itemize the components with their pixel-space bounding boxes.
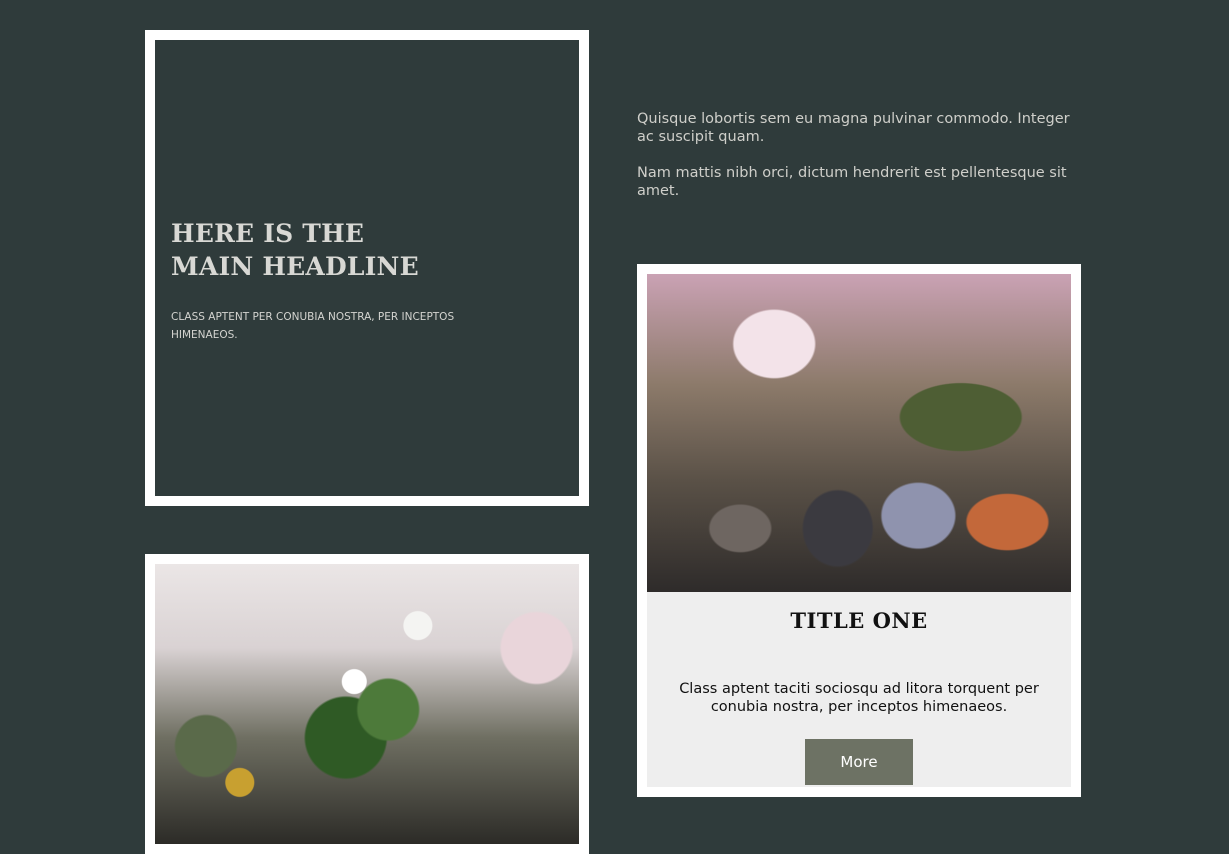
intro-paragraph: Nam mattis nibh orci, dictum hendrerit e… — [637, 165, 1067, 199]
feature-card: TITLE ONE Class aptent taciti sociosqu a… — [637, 264, 1081, 797]
intro-paragraph: Quisque lobortis sem eu magna pulvinar c… — [637, 111, 1070, 145]
hero-content: HERE IS THE MAIN HEADLINE CLASS APTENT P… — [171, 217, 471, 344]
card-description: Class aptent taciti sociosqu ad litora t… — [679, 681, 1039, 715]
hero-panel: HERE IS THE MAIN HEADLINE CLASS APTENT P… — [145, 30, 589, 506]
main-headline: HERE IS THE MAIN HEADLINE — [171, 219, 419, 281]
flower-photo — [155, 564, 579, 844]
hero-subtitle: CLASS APTENT PER CONUBIA NOSTRA, PER INC… — [171, 311, 455, 341]
more-button[interactable]: More — [805, 739, 913, 785]
flower-image-card — [145, 554, 589, 854]
intro-text: Quisque lobortis sem eu magna pulvinar c… — [637, 110, 1087, 218]
card-title: TITLE ONE — [790, 608, 928, 633]
crowd-photo — [647, 274, 1071, 592]
